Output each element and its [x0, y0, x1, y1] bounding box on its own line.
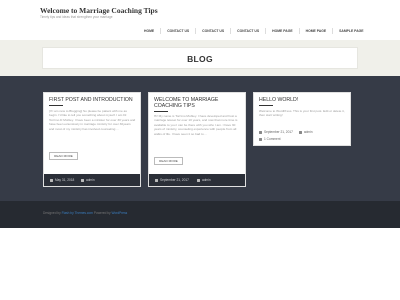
read-more-button[interactable]: READ MORE	[154, 157, 183, 165]
post-author-text[interactable]: admin	[304, 130, 313, 134]
post-meta-row: September 21, 2017 admin	[259, 130, 313, 134]
page-title: BLOG	[187, 54, 213, 64]
calendar-icon	[259, 130, 262, 134]
post-title[interactable]: FIRST POST AND INTRODUCTION	[49, 97, 136, 103]
post-author[interactable]: admin	[197, 174, 211, 186]
post-card-hello-world: HELLO WORLD! Welcome to WordPress. This …	[253, 92, 351, 146]
post-comments-row: 1 Comment	[259, 137, 280, 141]
post-date-text: September 21, 2017	[160, 178, 189, 182]
site-title[interactable]: Welcome to Marriage Coaching Tips	[40, 6, 158, 15]
user-icon	[298, 130, 302, 134]
post-author-text: admin	[86, 178, 95, 182]
footer-wordpress-link[interactable]: WordPress	[112, 211, 128, 215]
page-title-box: BLOG	[42, 47, 358, 69]
read-more-button[interactable]: READ MORE	[49, 152, 78, 160]
post-title-underline	[154, 111, 168, 112]
post-author-text: admin	[202, 178, 211, 182]
post-meta-bar: May 31, 2018 admin	[44, 174, 140, 186]
calendar-icon	[50, 178, 53, 182]
nav-item-contact-us[interactable]: CONTACT US	[161, 28, 197, 34]
post-date-text[interactable]: September 21, 2017	[264, 130, 293, 134]
post-title[interactable]: HELLO WORLD!	[259, 97, 346, 103]
site-header: Welcome to Marriage Coaching Tips Timely…	[0, 0, 400, 40]
post-card-welcome: WELCOME TO MARRIAGE COACHING TIPS Hi! My…	[148, 92, 246, 187]
post-title-underline	[259, 105, 273, 106]
footer-theme-link[interactable]: Flash by Themes.com	[62, 211, 93, 215]
post-date[interactable]: May 31, 2018	[50, 174, 74, 186]
post-excerpt: Hi! My name is Torrimo Mobley. I have de…	[154, 114, 238, 136]
post-author[interactable]: admin	[81, 174, 95, 186]
nav-item-home-page-2[interactable]: HOME PAGE	[300, 28, 334, 34]
post-comments-text[interactable]: 1 Comment	[264, 137, 280, 141]
post-meta-bar: September 21, 2017 admin	[149, 174, 245, 186]
post-title-underline	[49, 105, 63, 106]
post-excerpt: Welcome to WordPress. This is your first…	[259, 109, 345, 118]
main-nav: HOME CONTACT US CONTACT US CONTACT US HO…	[138, 28, 370, 34]
post-date[interactable]: September 21, 2017	[155, 174, 189, 186]
post-excerpt: [If I am new to Blogging] So please be p…	[49, 109, 136, 131]
nav-item-home-page[interactable]: HOME PAGE	[266, 28, 300, 34]
user-icon	[81, 178, 84, 182]
footer-credits: Designed by Flash by Themes.com Powered …	[43, 211, 127, 215]
nav-item-contact-us-2[interactable]: CONTACT US	[196, 28, 232, 34]
post-title[interactable]: WELCOME TO MARRIAGE COACHING TIPS	[154, 97, 241, 109]
footer-middle: Powered by	[93, 211, 111, 215]
post-date-text: May 31, 2018	[55, 178, 75, 182]
site-tagline: Timely tips and ideas that strengthen yo…	[40, 15, 113, 19]
comment-icon	[259, 137, 262, 141]
site-footer: Designed by Flash by Themes.com Powered …	[0, 201, 400, 228]
nav-item-sample-page[interactable]: SAMPLE PAGE	[333, 28, 369, 34]
nav-item-home[interactable]: HOME	[138, 28, 162, 34]
nav-item-contact-us-3[interactable]: CONTACT US	[231, 28, 267, 34]
calendar-icon	[155, 178, 158, 182]
user-icon	[197, 178, 200, 182]
post-card-first-post: FIRST POST AND INTRODUCTION [If I am new…	[43, 92, 141, 187]
footer-prefix: Designed by	[43, 211, 61, 215]
